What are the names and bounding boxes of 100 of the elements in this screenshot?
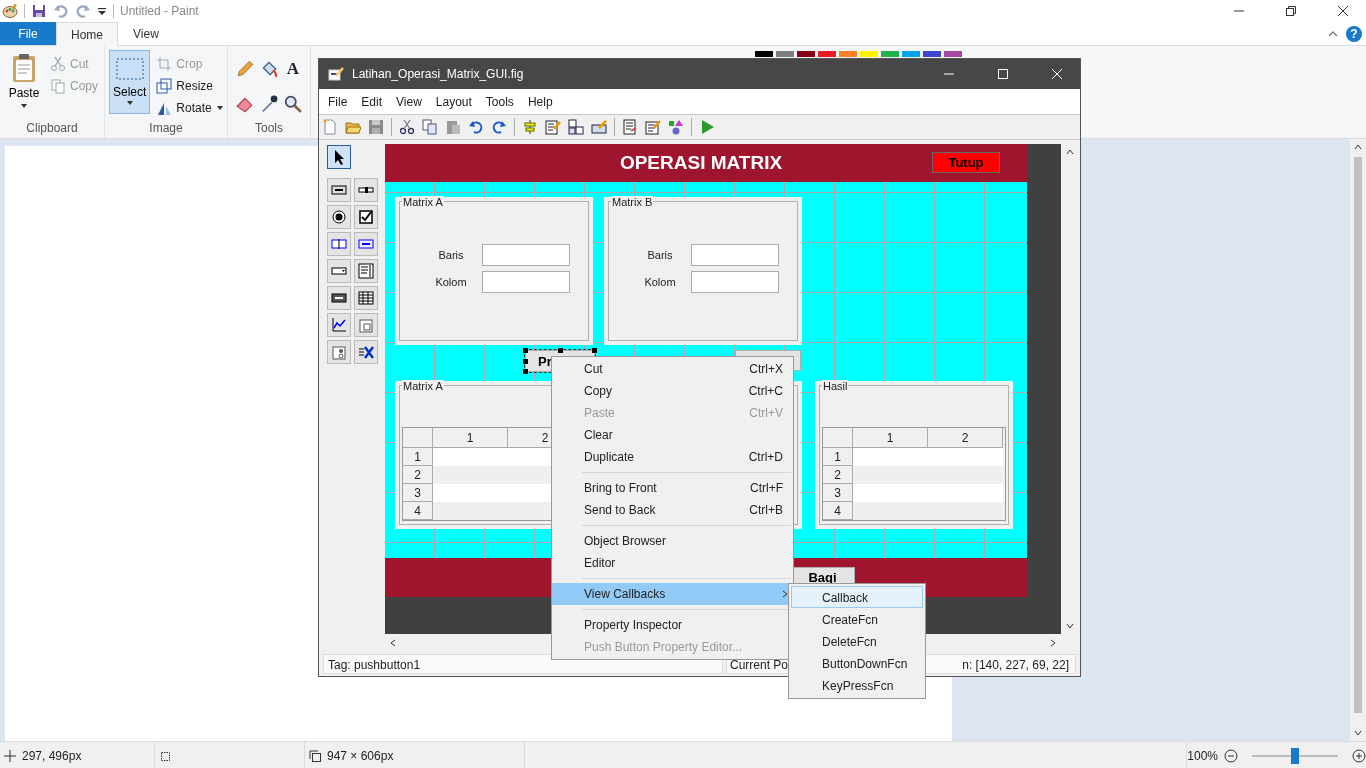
dropdown-icon[interactable]: [97, 6, 107, 16]
paste-button[interactable]: Paste: [4, 50, 44, 112]
new-file-icon[interactable]: [322, 119, 338, 135]
file-tab[interactable]: File: [0, 22, 56, 45]
menu-item[interactable]: Cut Ctrl+X: [552, 358, 793, 380]
color-swatch[interactable]: [776, 51, 794, 57]
input-field[interactable]: [482, 244, 570, 266]
selection-handle[interactable]: [558, 348, 563, 353]
checkbox-tool[interactable]: [354, 205, 378, 229]
table-cell[interactable]: [853, 448, 928, 466]
scissors-icon[interactable]: [399, 119, 415, 135]
table-tool[interactable]: [354, 286, 378, 310]
menu-item[interactable]: File: [321, 94, 355, 109]
vertical-scrollbar[interactable]: [1350, 139, 1366, 741]
select-tool[interactable]: [327, 145, 351, 169]
undo-icon[interactable]: [468, 119, 484, 135]
ribbon-tab[interactable]: View: [118, 22, 174, 45]
button-group-tool[interactable]: [327, 340, 351, 364]
menu-item[interactable]: Editor: [552, 552, 793, 574]
menu-item[interactable]: Callback: [791, 586, 923, 608]
radio-button-tool[interactable]: [327, 205, 351, 229]
text-tool-button[interactable]: A: [284, 60, 302, 87]
fill-bucket-icon[interactable]: [260, 60, 278, 78]
input-field[interactable]: [482, 271, 570, 293]
scrollbar-thumb[interactable]: [1354, 157, 1362, 713]
zoom-out-icon[interactable]: [1224, 749, 1238, 763]
activex-tool[interactable]: [354, 340, 378, 364]
object-browser-icon[interactable]: [668, 119, 684, 135]
redo-icon[interactable]: [75, 3, 91, 19]
restore-icon[interactable]: [1285, 5, 1297, 17]
table-cell[interactable]: [853, 484, 928, 502]
color-swatch[interactable]: [944, 51, 962, 57]
pencil-icon[interactable]: [236, 60, 254, 78]
scroll-up-icon[interactable]: [1354, 143, 1362, 151]
scroll-down-icon[interactable]: [1066, 622, 1074, 630]
listbox-tool[interactable]: [354, 259, 378, 283]
menu-item[interactable]: KeyPressFcn: [791, 674, 923, 696]
scroll-down-icon[interactable]: [1354, 729, 1362, 737]
data-table[interactable]: 1 2 1 2 3 4: [822, 427, 1006, 521]
input-field[interactable]: [691, 271, 779, 293]
table-cell[interactable]: [433, 448, 508, 466]
help-button[interactable]: ?: [1346, 25, 1362, 42]
input-field[interactable]: [691, 244, 779, 266]
save-icon[interactable]: [31, 3, 47, 19]
property-inspector-icon[interactable]: [645, 119, 661, 135]
undo-icon[interactable]: [53, 3, 69, 19]
save-icon[interactable]: [368, 119, 384, 135]
menu-item[interactable]: Help: [520, 94, 560, 109]
color-picker-icon[interactable]: [260, 94, 278, 113]
scroll-up-icon[interactable]: [1066, 148, 1074, 156]
redo-icon[interactable]: [491, 119, 507, 135]
paste-icon[interactable]: [445, 119, 461, 135]
select-button[interactable]: Select: [109, 50, 151, 114]
menu-item[interactable]: CreateFcn: [791, 608, 923, 630]
push-button-tool[interactable]: [327, 178, 351, 202]
zoom-in-icon[interactable]: [1352, 749, 1366, 763]
code-editor-icon[interactable]: [622, 119, 638, 135]
selection-handle[interactable]: [592, 348, 597, 353]
menu-item[interactable]: Object Browser: [552, 530, 793, 552]
color-swatch[interactable]: [839, 51, 857, 57]
slider-tool[interactable]: [354, 178, 378, 202]
rotate-button[interactable]: Rotate: [154, 98, 226, 118]
menu-item[interactable]: View: [389, 94, 429, 109]
scroll-left-icon[interactable]: [389, 639, 397, 647]
edit-text-tool[interactable]: [327, 232, 351, 256]
toggle-button-tool[interactable]: [327, 286, 351, 310]
zoom-slider-thumb[interactable]: [1291, 748, 1299, 764]
color-swatch[interactable]: [902, 51, 920, 57]
selection-handle[interactable]: [523, 348, 528, 353]
menu-item[interactable]: ButtonDownFcn: [791, 652, 923, 674]
magnifier-icon[interactable]: [284, 94, 302, 113]
static-text-tool[interactable]: [354, 232, 378, 256]
scroll-right-icon[interactable]: [1049, 639, 1057, 647]
open-folder-icon[interactable]: [345, 119, 361, 135]
table-cell[interactable]: [928, 448, 1003, 466]
menu-item[interactable]: DeleteFcn: [791, 630, 923, 652]
color-swatch[interactable]: [818, 51, 836, 57]
run-icon[interactable]: [699, 119, 715, 135]
color-swatch[interactable]: [881, 51, 899, 57]
align-icon[interactable]: [522, 119, 538, 135]
menu-item[interactable]: Edit: [354, 94, 390, 109]
color-swatch[interactable]: [860, 51, 878, 57]
close-button[interactable]: Tutup: [932, 152, 1000, 173]
menu-editor-icon[interactable]: [545, 119, 561, 135]
toolbar-editor-icon[interactable]: [591, 119, 607, 135]
maximize-icon[interactable]: [997, 68, 1009, 80]
popup-menu-tool[interactable]: [327, 259, 351, 283]
menu-item[interactable]: Layout: [428, 94, 479, 109]
menu-item[interactable]: Copy Ctrl+C: [552, 380, 793, 402]
color-swatch[interactable]: [755, 51, 773, 57]
menu-item[interactable]: Tools: [478, 94, 521, 109]
axes-tool[interactable]: [327, 313, 351, 337]
color-swatch[interactable]: [923, 51, 941, 57]
table-cell[interactable]: [433, 484, 508, 502]
tab-order-icon[interactable]: [568, 119, 584, 135]
copy-icon[interactable]: [422, 119, 438, 135]
resize-button[interactable]: Resize: [154, 76, 226, 96]
ribbon-tab[interactable]: Home: [56, 22, 118, 46]
close-icon[interactable]: [1337, 5, 1349, 17]
color-swatch[interactable]: [797, 51, 815, 57]
